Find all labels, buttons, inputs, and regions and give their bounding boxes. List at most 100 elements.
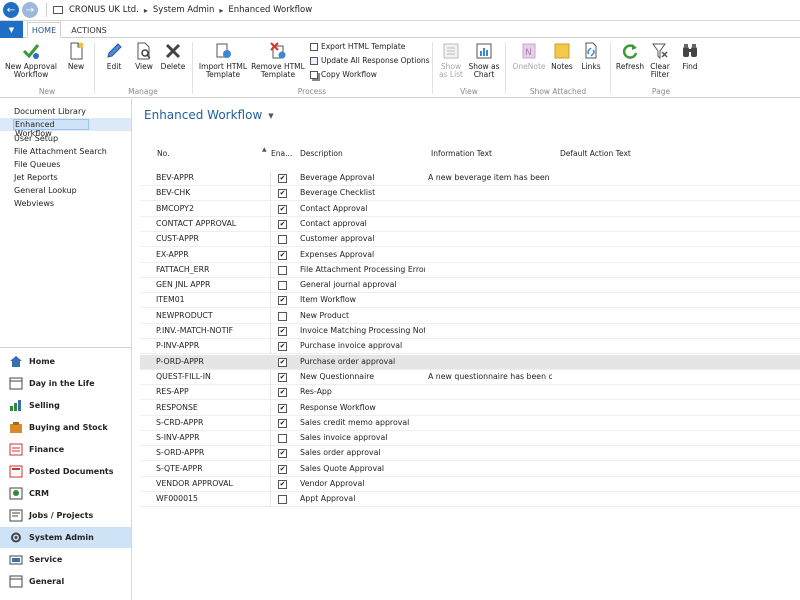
enabled-checkbox[interactable]: ✔ [278,174,287,183]
checkmark-icon: ✔ [279,449,286,458]
enabled-checkbox[interactable]: ✔ [278,250,287,260]
table-row[interactable]: WF000015 Appt Approval [140,492,800,508]
back-button[interactable]: ← [3,2,19,18]
find-button[interactable]: Find [677,41,703,71]
enabled-checkbox[interactable]: ✔ [278,372,287,382]
new-approval-workflow-button[interactable]: New Approval Workflow [4,41,58,79]
table-row[interactable]: CUST-APPR Customer approval [140,232,800,248]
department-crm[interactable]: CRM [0,483,131,504]
view-button[interactable]: View [131,41,157,71]
table-row[interactable]: NEWPRODUCT New Product [140,308,800,324]
table-row[interactable]: S-ORD-APPR ✔ Sales order approval [140,446,800,462]
enabled-checkbox[interactable]: ✔ [278,327,287,336]
department-finance[interactable]: Finance [0,439,131,460]
breadcrumb-page[interactable]: Enhanced Workflow [228,5,312,15]
table-row[interactable]: S-CRD-APPR ✔ Sales credit memo approval [140,415,800,431]
edit-button[interactable]: Edit [101,41,127,71]
sidebar-link-jet-reports[interactable]: Jet Reports [14,173,58,182]
enabled-checkbox[interactable]: ✔ [278,480,287,489]
table-row[interactable]: S-INV-APPR Sales invoice approval [140,431,800,447]
table-row[interactable]: RES-APP ✔ Res-App [140,385,800,401]
table-row[interactable]: QUEST-FILL-IN ✔ New Questionnaire A new que… [140,369,800,385]
sidebar-link-webviews[interactable]: Webviews [14,199,54,208]
table-row[interactable]: EX-APPR ✔ Expenses Approval [140,247,800,263]
enabled-checkbox[interactable]: ✔ [278,449,287,459]
notes-button[interactable]: Notes [549,41,575,71]
enabled-checkbox[interactable]: ✔ [278,296,287,306]
table-row[interactable]: ITEM01 ✔ Item Workflow [140,293,800,309]
remove-html-template-button[interactable]: Remove HTML Template [250,41,306,79]
sidebar-link-general-lookup[interactable]: General Lookup [14,186,77,195]
table-row[interactable]: S-QTE-APPR ✔ Sales Quote Approval [140,461,800,477]
copy-workflow-button[interactable]: Copy Workflow [310,70,377,79]
delete-button[interactable]: Delete [159,41,187,71]
tab-home[interactable]: HOME [27,22,61,38]
table-row[interactable]: CONTACT APPROVAL ✔ Contact approval [140,216,800,232]
clear-filter-button[interactable]: Clear Filter [647,41,673,79]
new-button[interactable]: New [63,41,89,71]
sidebar-link-enhanced-workflow[interactable]: Enhanced Workflow [13,119,89,138]
table-row[interactable]: BMCOPY2 ✔ Contact Approval [140,201,800,217]
enabled-checkbox[interactable]: ✔ [278,418,287,428]
table-row[interactable]: BEV-APPR ✔ Beverage Approval A new beverage… [140,171,800,186]
show-as-chart-button[interactable]: Show as Chart [467,41,501,79]
column-header-information-text[interactable]: Information Text [431,149,492,158]
import-html-template-button[interactable]: Import HTML Template [196,41,250,79]
page-title[interactable]: Enhanced Workflow ▼ [144,108,274,122]
department-posted-documents[interactable]: Posted Documents [0,461,131,482]
column-header-default-action-text[interactable]: Default Action Text [560,149,631,158]
sidebar-link-user-setup[interactable]: User Setup [14,134,58,143]
enabled-checkbox[interactable]: ✔ [278,357,287,367]
table-row[interactable]: P-INV-APPR ✔ Purchase invoice approval [140,339,800,355]
enabled-checkbox[interactable]: ✔ [278,189,287,199]
enabled-checkbox[interactable]: ✔ [278,219,287,229]
table-row[interactable]: P.INV.-MATCH-NOTIF ✔ Invoice Matching Proc… [140,324,800,339]
department-jobs-projects[interactable]: Jobs / Projects [0,505,131,526]
breadcrumb-company[interactable]: CRONUS UK Ltd. [69,5,139,15]
breadcrumb-separator-icon: ▸ [219,5,224,15]
checkmark-icon: ✔ [279,250,286,259]
department-system-admin[interactable]: System Admin [0,527,131,548]
column-header-description[interactable]: Description [300,149,343,158]
enabled-checkbox[interactable] [278,235,287,245]
enabled-checkbox[interactable] [278,265,287,275]
enabled-checkbox[interactable] [278,495,287,505]
onenote-button[interactable]: N OneNote [510,41,548,71]
column-header-enabled[interactable]: Ena... [271,149,292,158]
links-button[interactable]: Links [578,41,604,71]
enabled-checkbox[interactable] [278,281,287,291]
enabled-checkbox[interactable]: ✔ [278,342,287,352]
enabled-checkbox[interactable] [278,434,287,444]
refresh-button[interactable]: Refresh [614,41,646,71]
table-row[interactable]: VENDOR APPROVAL ✔ Vendor Approval [140,477,800,492]
sidebar-link-file-queues[interactable]: File Queues [14,160,60,169]
forward-button[interactable]: → [22,2,38,18]
table-row[interactable]: P-ORD-APPR ✔ Purchase order approval [140,354,800,370]
enabled-checkbox[interactable]: ✔ [278,388,287,398]
enabled-checkbox[interactable]: ✔ [278,204,287,214]
table-row[interactable]: FATTACH_ERR File Attachment Processing Er… [140,262,800,278]
department-day-in-the-life[interactable]: Day in the Life [0,373,131,394]
show-as-list-button[interactable]: Show as List [436,41,466,79]
enabled-checkbox[interactable] [278,311,287,321]
department-general[interactable]: General [0,571,131,592]
breadcrumb-department[interactable]: System Admin [153,5,215,15]
remove-html-template-label: Remove HTML Template [251,62,305,79]
export-html-template-button[interactable]: Export HTML Template [310,42,405,51]
sidebar-link-document-library[interactable]: Document Library [14,107,86,116]
enabled-checkbox[interactable]: ✔ [278,464,287,474]
tab-actions[interactable]: ACTIONS [66,22,112,38]
table-row[interactable]: RESPONSE ✔ Response Workflow [140,400,800,416]
application-menu-button[interactable]: ▼ [0,21,23,38]
column-header-no[interactable]: No. [157,149,169,158]
department-home[interactable]: Home [0,351,131,372]
department-service[interactable]: Service [0,549,131,570]
department-selling[interactable]: Selling [0,395,131,416]
update-all-response-options-button[interactable]: Update All Response Options [310,56,430,65]
sidebar-link-file-attachment-search[interactable]: File Attachment Search [14,147,107,156]
department-buying-and-stock[interactable]: Buying and Stock [0,417,131,438]
table-row[interactable]: BEV-CHK ✔ Beverage Checklist [140,186,800,202]
table-row[interactable]: GEN JNL APPR General journal approval [140,278,800,294]
enabled-checkbox[interactable]: ✔ [278,403,287,413]
buying-icon [8,421,23,435]
